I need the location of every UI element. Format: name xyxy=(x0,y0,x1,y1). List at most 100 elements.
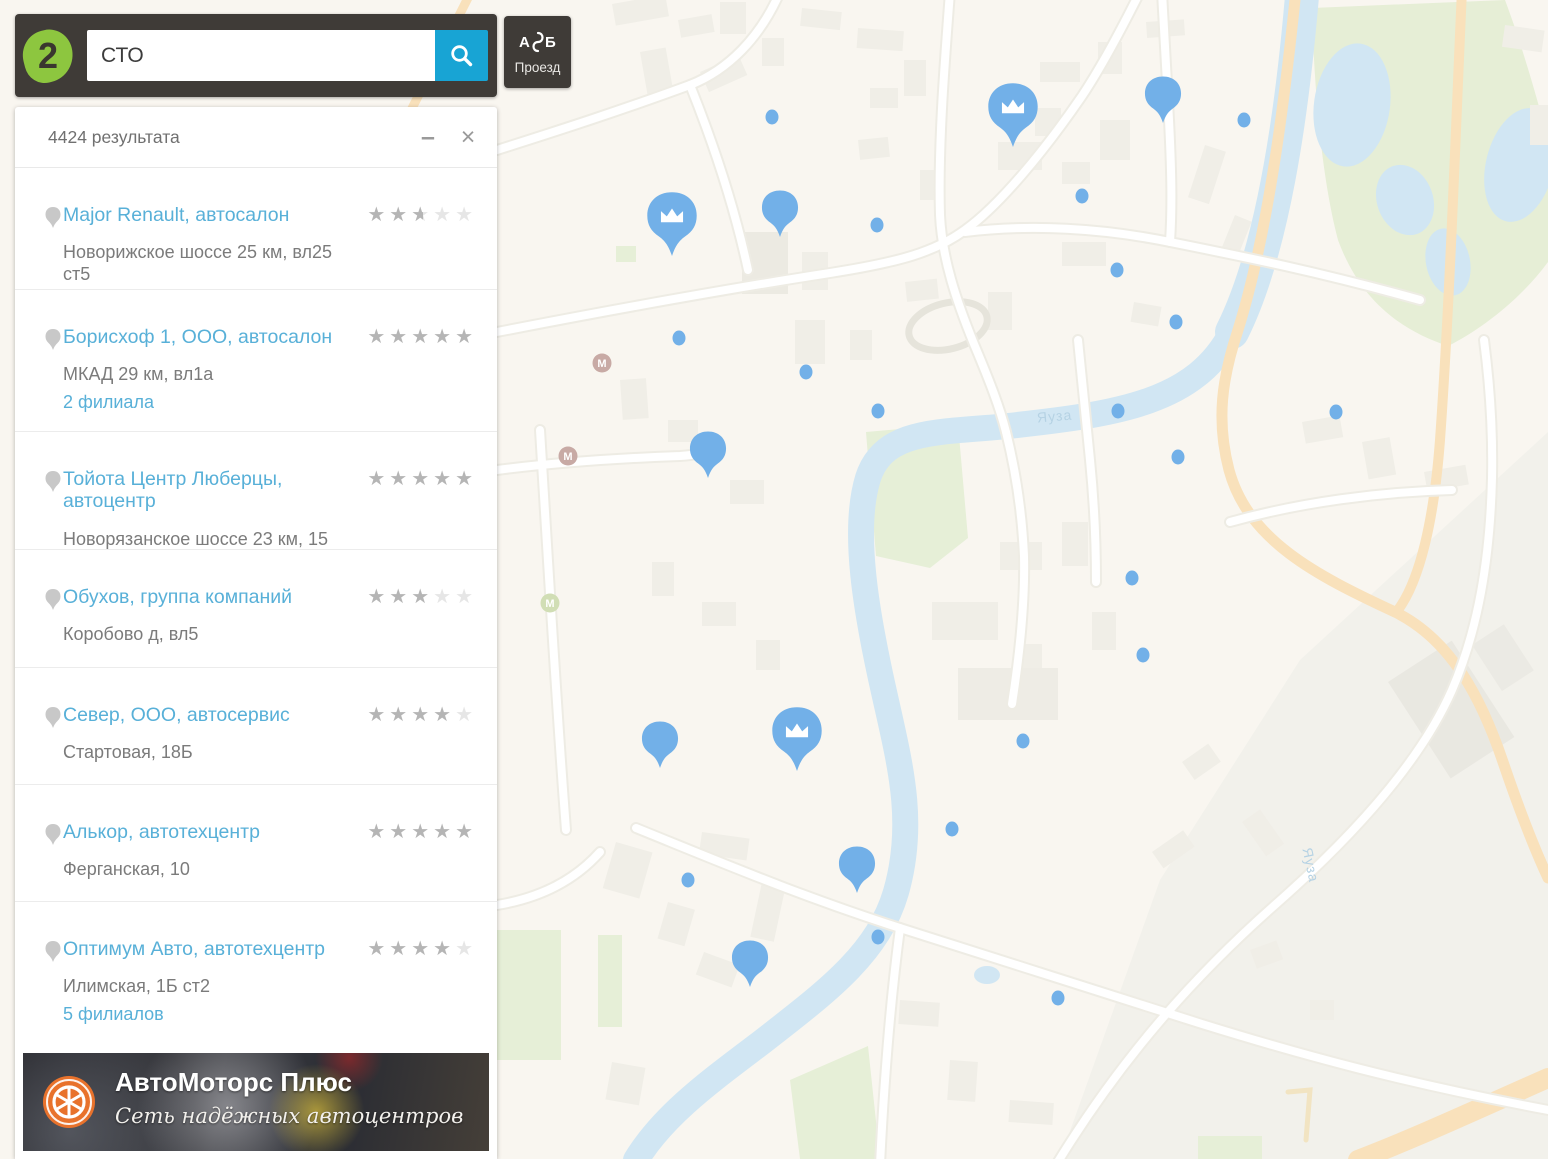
result-address: Илимская, 1Б ст2 xyxy=(63,976,347,998)
result-address: Стартовая, 18Б xyxy=(63,742,347,764)
route-button-label: Проезд xyxy=(515,60,561,75)
result-name-link[interactable]: Оптимум Авто, автотехцентр xyxy=(63,938,325,960)
map-dot-marker[interactable] xyxy=(1330,405,1343,420)
ad-text-block: АвтоМоторс Плюс Сеть надёжных автоцентро… xyxy=(115,1067,463,1128)
result-name-link[interactable]: Борисхоф 1, ООО, автосалон xyxy=(63,326,332,348)
search-button[interactable] xyxy=(435,30,488,81)
list-pin-icon xyxy=(44,588,62,612)
result-row: Оптимум Авто, автотехцентр★★★★★Илимская,… xyxy=(15,902,497,1045)
star-icon: ★ xyxy=(433,324,455,349)
ad-banner[interactable]: АвтоМоторс Плюс Сеть надёжных автоцентро… xyxy=(23,1053,489,1151)
star-icon: ★ xyxy=(367,202,389,227)
ad-title: АвтоМоторс Плюс xyxy=(115,1067,463,1098)
star-icon: ★ xyxy=(389,819,411,844)
star-icon: ★ xyxy=(389,584,411,609)
rating-stars: ★★★★★ xyxy=(367,324,477,349)
map-dot-marker[interactable] xyxy=(1111,263,1124,278)
star-icon: ★ xyxy=(411,324,433,349)
app-logo-text: 2 xyxy=(38,38,58,74)
star-icon: ★ xyxy=(389,202,411,227)
star-icon: ★ xyxy=(389,466,411,491)
star-icon: ★ xyxy=(411,702,433,727)
map-dot-marker[interactable] xyxy=(1052,991,1065,1006)
map-dot-marker[interactable] xyxy=(1238,113,1251,128)
star-icon: ★ xyxy=(455,702,477,727)
star-icon: ★ xyxy=(389,702,411,727)
result-row: Major Renault, автосалон ★★★★★ Новорижское… xyxy=(15,168,497,290)
map-dot-marker[interactable] xyxy=(1172,450,1185,465)
map-dot-marker[interactable] xyxy=(872,930,885,945)
star-icon: ★ xyxy=(455,936,477,961)
map-dot-marker[interactable] xyxy=(673,331,686,346)
map-dot-marker[interactable] xyxy=(682,873,695,888)
map-dot-marker[interactable] xyxy=(1076,189,1089,204)
star-icon: ★ xyxy=(411,466,433,491)
results-panel: 4424 результата – × Major Renault, автос… xyxy=(15,107,497,1159)
result-address: МКАД 29 км, вл1а xyxy=(63,364,347,386)
star-icon: ★ xyxy=(433,466,455,491)
star-icon: ★ xyxy=(411,819,433,844)
result-name-link[interactable]: Алькор, автотехцентр xyxy=(63,821,260,843)
star-icon: ★ xyxy=(455,584,477,609)
result-address: Новорязанское шоссе 23 км, 15 xyxy=(63,529,347,550)
route-a-b-icon: А Б xyxy=(517,30,559,56)
star-icon: ★ xyxy=(367,936,389,961)
map-dot-marker[interactable] xyxy=(946,822,959,837)
rating-stars: ★★★★★ xyxy=(367,584,477,609)
map-dot-marker[interactable] xyxy=(1137,648,1150,663)
map-dot-marker[interactable] xyxy=(872,404,885,419)
map-dot-marker[interactable] xyxy=(1112,404,1125,419)
star-icon: ★ xyxy=(433,584,455,609)
map-dot-marker[interactable] xyxy=(1170,315,1183,330)
minimize-panel-button[interactable]: – xyxy=(411,120,445,154)
star-icon: ★ xyxy=(433,702,455,727)
close-panel-button[interactable]: × xyxy=(451,120,485,154)
svg-text:Б: Б xyxy=(545,34,556,51)
list-pin-icon xyxy=(44,706,62,730)
rating-stars: ★★★★★ xyxy=(367,202,477,227)
list-pin-icon xyxy=(44,328,62,352)
star-icon: ★ xyxy=(433,202,455,227)
star-icon: ★ xyxy=(367,584,389,609)
map-dot-marker[interactable] xyxy=(766,110,779,125)
search-icon xyxy=(449,43,475,69)
result-address: Новорижское шоссе 25 км, вл25 ст5 xyxy=(63,242,347,285)
wheel-logo-icon xyxy=(41,1074,97,1130)
result-row: Обухов, группа компаний★★★★★Коробово д, … xyxy=(15,550,497,668)
star-icon: ★ xyxy=(367,702,389,727)
star-icon: ★ xyxy=(455,819,477,844)
rating-stars: ★★★★★ xyxy=(367,702,477,727)
result-row: Север, ООО, автосервис★★★★★Стартовая, 18… xyxy=(15,668,497,785)
result-row: Борисхоф 1, ООО, автосалон ★★★★★ МКАД 29 к… xyxy=(15,290,497,432)
result-address: Ферганская, 10 xyxy=(63,859,347,881)
search-input[interactable] xyxy=(87,30,435,81)
map-dot-marker[interactable] xyxy=(871,218,884,233)
app-logo[interactable]: 2 xyxy=(17,24,78,87)
route-button[interactable]: А Б Проезд xyxy=(504,16,571,88)
result-name-link[interactable]: Север, ООО, автосервис xyxy=(63,704,290,726)
map-dot-marker[interactable] xyxy=(1017,734,1030,749)
result-row: Тойота Центр Люберцы, автоцентр ★★★★★ Ново… xyxy=(15,432,497,550)
result-branches-link[interactable]: 5 филиалов xyxy=(63,1004,164,1025)
rating-stars: ★★★★★ xyxy=(367,936,477,961)
star-icon: ★ xyxy=(433,936,455,961)
map-dot-marker[interactable] xyxy=(800,365,813,380)
star-icon: ★ xyxy=(411,936,433,961)
results-panel-header: 4424 результата – × xyxy=(15,107,497,168)
list-pin-icon xyxy=(44,206,62,230)
star-icon: ★ xyxy=(389,936,411,961)
result-name-link[interactable]: Обухов, группа компаний xyxy=(63,586,292,608)
result-name-link[interactable]: Major Renault, автосалон xyxy=(63,204,289,226)
ad-banner-container: АвтоМоторс Плюс Сеть надёжных автоцентро… xyxy=(15,1045,497,1159)
result-row: Алькор, автотехцентр ★★★★★ Ферганская, 10 xyxy=(15,785,497,902)
list-pin-icon xyxy=(44,470,62,494)
result-branches-link[interactable]: 2 филиала xyxy=(63,392,154,413)
list-pin-icon xyxy=(44,823,62,847)
result-name-link[interactable]: Тойота Центр Люберцы, автоцентр xyxy=(63,468,347,513)
star-icon: ★ xyxy=(455,324,477,349)
search-bar: 2 xyxy=(15,14,497,97)
rating-stars: ★★★★★ xyxy=(367,466,477,491)
map-dot-marker[interactable] xyxy=(1126,571,1139,586)
rating-stars: ★★★★★ xyxy=(367,819,477,844)
ad-subtitle: Сеть надёжных автоцентров xyxy=(115,1104,463,1128)
